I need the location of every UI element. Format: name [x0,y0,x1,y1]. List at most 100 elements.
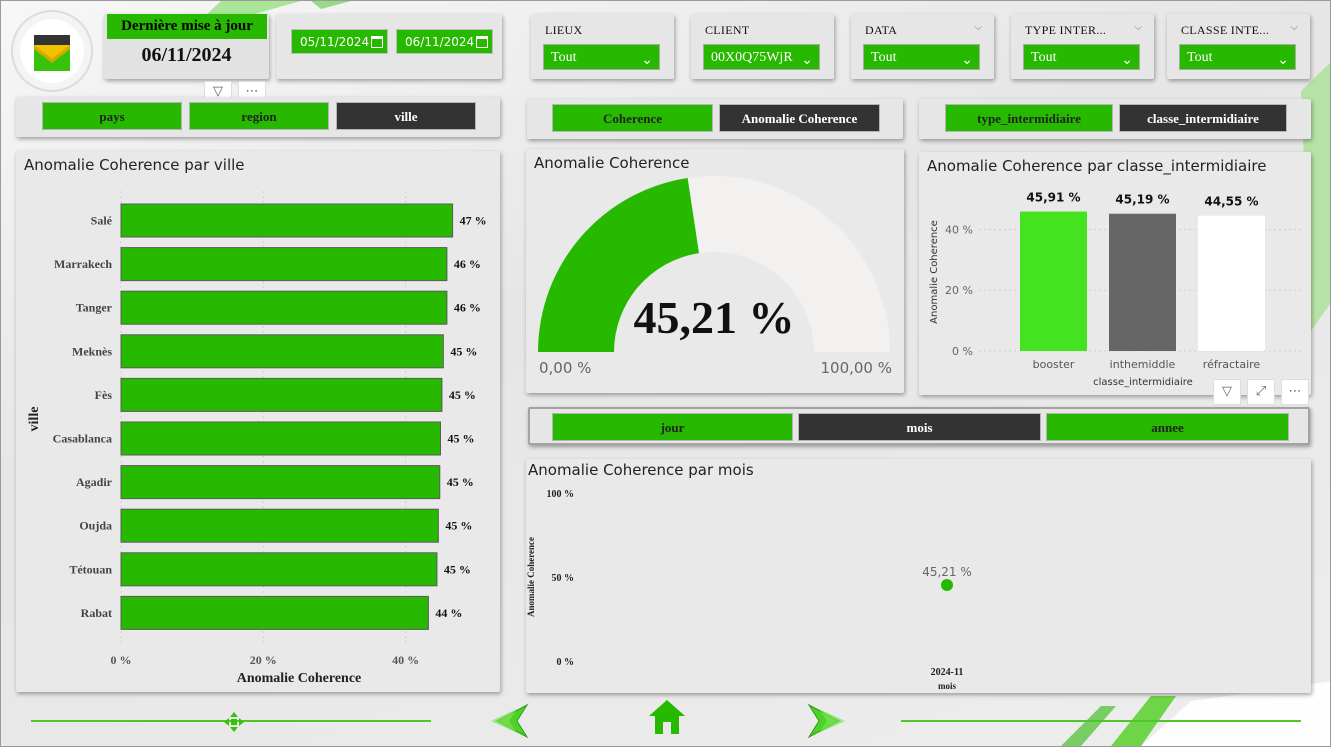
slicer-type-intermediaire: TYPE INTER... ⌵ Tout ⌄ [1011,14,1154,79]
last-update-date: 06/11/2024 [141,44,232,66]
expand-icon[interactable]: ⤢ [1247,379,1275,405]
data-label: 45 % [445,519,472,533]
data-label: 46 % [454,301,481,315]
bar[interactable] [120,421,441,456]
chevron-down-icon[interactable]: ⌵ [1134,22,1142,33]
time-level-buttons: jour mois annee [528,407,1310,445]
chart-anomalie-par-mois: Anomalie Coherence par mois Anomalie Coh… [526,459,1311,693]
y-tick-label: Salé [91,214,113,228]
y-tick-label: Tanger [76,301,113,315]
data-label: 47 % [460,214,487,228]
bar[interactable] [120,552,438,587]
data-label: 45,19 % [1115,193,1169,207]
button-classe-intermidiaire[interactable]: classe_intermidiaire [1119,104,1287,132]
slicer-value: Tout [1031,50,1057,65]
button-ville[interactable]: ville [336,102,476,130]
bar[interactable] [120,508,439,543]
data-point[interactable] [941,579,953,592]
more-icon[interactable]: ⋯ [1281,379,1309,405]
chevron-down-icon: ⌄ [1121,53,1133,68]
button-pays[interactable]: pays [42,102,182,130]
date-start-value: 05/11/2024 [300,35,370,49]
slicer-lieux: LIEUX Tout ⌄ [531,14,674,79]
slicer-value: 00X0Q75WjR [711,50,793,65]
gauge-max-label: 100,00 % [820,359,892,377]
arrow-right-icon[interactable] [807,703,847,739]
filter-icon[interactable]: ▽ [1213,379,1241,405]
slicer-dropdown[interactable]: Tout ⌄ [863,44,980,70]
bar[interactable] [120,290,448,325]
bar[interactable] [120,203,454,238]
button-mois[interactable]: mois [798,413,1041,441]
app-logo [11,10,93,92]
bar[interactable] [1198,215,1265,351]
measure-buttons: Coherence Anomalie Coherence [527,99,903,139]
button-anomalie-coherence[interactable]: Anomalie Coherence [719,104,880,132]
button-type-intermidiaire[interactable]: type_intermidiaire [945,104,1113,132]
slicer-dropdown[interactable]: Tout ⌄ [1179,44,1296,70]
slicer-label: CLASSE INTE... [1181,23,1270,37]
y-tick-label: 50 % [552,573,575,584]
move-icon [224,712,244,732]
data-label: 45 % [447,432,474,446]
x-tick-label: 40 % [392,653,419,667]
ville-bar-chart: ville Anomalie Coherence 0 % 20 % 40 % Salé… [27,191,487,686]
last-update-card: Dernière mise à jour 06/11/2024 [104,14,269,79]
bar[interactable] [120,595,429,630]
x-axis-label: mois [938,681,956,691]
chevron-down-icon[interactable]: ⌵ [974,22,982,33]
gauge-anomalie-coherence: Anomalie Coherence 45,21 % 0,00 % 100,00… [526,149,904,393]
slicer-dropdown[interactable]: 00X0Q75WjR ⌄ [703,44,820,70]
date-end-input[interactable]: 06/11/2024 [396,29,493,54]
y-tick-label: 40 % [945,223,973,236]
slicer-dropdown[interactable]: Tout ⌄ [543,44,660,70]
y-axis-label: ville [27,407,42,432]
data-label: 45,91 % [1026,191,1080,205]
geo-level-buttons: pays region ville [16,97,500,137]
y-tick-label: 0 % [952,345,973,358]
y-tick-label: Meknès [72,344,112,358]
bar[interactable] [120,334,444,369]
data-label: 44,55 % [1204,195,1258,209]
y-tick-label: Tétouan [69,562,112,576]
slicer-classe-intermediaire: CLASSE INTE... ⌵ Tout ⌄ [1167,14,1310,79]
data-label: 44 % [435,606,462,620]
data-label: 45 % [444,562,471,576]
data-label: 45 % [447,475,474,489]
gauge-value: 45,21 % [634,292,795,343]
chevron-down-icon: ⌄ [641,53,653,68]
button-region[interactable]: region [189,102,329,130]
intermediaire-buttons: type_intermidiaire classe_intermidiaire [919,99,1311,139]
data-label: 46 % [454,257,481,271]
mois-scatter-chart: Anomalie Coherence mois 100 % 50 % 0 % 45,2… [526,489,972,691]
dashboard-frame: Dernière mise à jour 06/11/2024 ▽ ⋯ 05/1… [0,0,1331,747]
x-axis-label: classe_intermidiaire [1093,377,1193,388]
bar[interactable] [1109,213,1176,351]
x-tick-label: booster [1033,358,1075,371]
chevron-down-icon: ⌄ [961,53,973,68]
date-start-input[interactable]: 05/11/2024 [291,29,388,54]
bar[interactable] [120,377,443,412]
calendar-icon[interactable] [476,36,488,48]
home-icon[interactable] [647,698,687,736]
date-end-value: 06/11/2024 [405,35,475,49]
chart-anomalie-par-classe: Anomalie Coherence par classe_intermidia… [919,152,1311,395]
button-coherence[interactable]: Coherence [552,104,713,132]
slicer-value: Tout [1187,50,1213,65]
x-axis-label: Anomalie Coherence [237,671,362,686]
button-jour[interactable]: jour [552,413,793,441]
bar[interactable] [120,247,448,282]
slicer-dropdown[interactable]: Tout ⌄ [1023,44,1140,70]
slicer-label: CLIENT [705,23,750,37]
chevron-down-icon: ⌄ [1277,53,1289,68]
chevron-down-icon[interactable]: ⌵ [1290,22,1298,33]
y-tick-label: 20 % [945,284,973,297]
slicer-data: DATA ⌵ Tout ⌄ [851,14,994,79]
bar[interactable] [1020,211,1087,351]
bar[interactable] [120,465,441,500]
calendar-icon[interactable] [371,36,383,48]
button-annee[interactable]: annee [1046,413,1289,441]
slicer-label: LIEUX [545,23,583,37]
visual-header-icons: ▽ ⤢ ⋯ [1213,379,1311,405]
arrow-left-icon[interactable] [489,703,529,739]
